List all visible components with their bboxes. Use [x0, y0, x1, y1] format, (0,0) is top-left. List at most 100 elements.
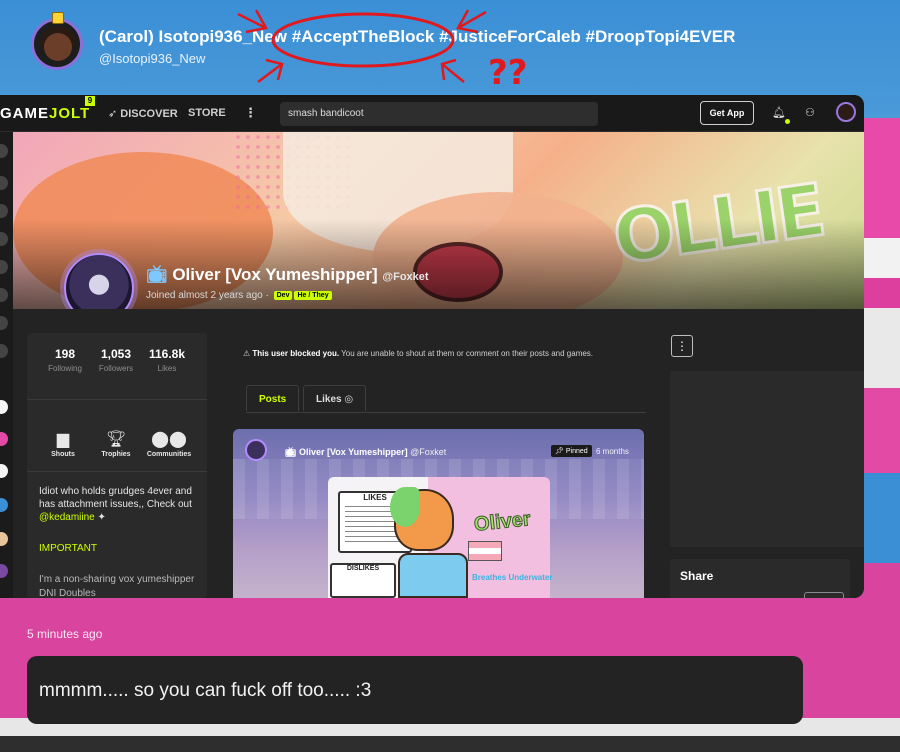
communities-button[interactable]: ⬤⬤ Communities [144, 429, 194, 458]
gamejolt-window: GAMEJOLT 9 ➶ DISCOVER STORE ⋮ smash band… [0, 95, 864, 598]
share-panel: Share [670, 559, 850, 598]
profile-main: 198 Following 1,053 Followers 116.8k Lik… [13, 309, 864, 598]
friends-icon[interactable]: ⚇ [805, 106, 815, 119]
profile-options-button[interactable]: ⋮ [671, 335, 693, 357]
top-navbar: GAMEJOLT 9 ➶ DISCOVER STORE ⋮ smash band… [0, 95, 864, 132]
blocked-rest: You are unable to shout at them or comme… [341, 349, 594, 358]
rail-item[interactable] [0, 532, 8, 546]
avatar-face [44, 33, 72, 61]
post-author[interactable]: 📺︎ Oliver [Vox Yumeshipper] @Foxket [285, 447, 446, 458]
tag-pronouns: He / They [294, 291, 332, 300]
trophy-icon: 🏆︎ [105, 431, 127, 448]
compass-icon: ➶ [108, 108, 121, 120]
nav-discover-label: DISCOVER [120, 108, 178, 120]
profile-name-text: Oliver [Vox Yumeshipper] [172, 265, 378, 284]
trophies-button[interactable]: 🏆︎ Trophies [91, 429, 141, 458]
profile-joined: Joined almost 2 years ago · Dev He / They [146, 290, 332, 301]
bio-more: I'm a non-sharing vox yumeshipper DNI Do… [39, 574, 195, 598]
rail-item[interactable] [0, 564, 8, 578]
message-text: mmmm..... so you can fuck off too..... :… [39, 680, 372, 701]
dislikes-title: DISLIKES [346, 565, 380, 572]
post-author-name: Oliver [Vox Yumeshipper] [298, 447, 408, 457]
banner-fade [13, 219, 864, 309]
user-handle[interactable]: @Isotopi936_New [99, 51, 205, 66]
shouts-button[interactable]: ▆ Shouts [38, 429, 88, 458]
post-author-avatar[interactable] [245, 439, 267, 461]
stat-value: 1,053 [100, 347, 132, 361]
joined-text: Joined almost 2 years ago [146, 290, 263, 301]
display-name[interactable]: (Carol) Isotopi936_New #AcceptTheBlock #… [99, 27, 735, 47]
more-menu-icon[interactable]: ⋮ [244, 105, 257, 121]
message-bubble: mmmm..... so you can fuck off too..... :… [27, 656, 803, 724]
message-timestamp: 5 minutes ago [27, 627, 103, 641]
stat-label: Followers [98, 364, 134, 373]
rail-item[interactable] [0, 464, 8, 478]
stat-following[interactable]: 198 Following [40, 347, 90, 373]
blocked-bold: This user blocked you. [252, 349, 340, 358]
left-rail [0, 132, 13, 598]
tag-dev: Dev [273, 291, 293, 300]
divider [27, 471, 207, 472]
background-stripe [0, 736, 900, 752]
post-author-handle: @Foxket [410, 447, 447, 457]
tab-likes-label: Likes [316, 394, 342, 405]
rail-item[interactable] [0, 344, 8, 358]
tab-posts[interactable]: Posts [246, 385, 300, 411]
stat-value: 198 [54, 347, 76, 361]
rail-item[interactable] [0, 144, 8, 158]
rail-item[interactable] [0, 260, 8, 274]
notification-dot [785, 119, 790, 124]
tv-icon: 📺︎ [146, 265, 173, 284]
art-title: Oliver [472, 508, 532, 537]
rail-item[interactable] [0, 432, 8, 446]
pinned-badge: 📌︎ Pinned [551, 445, 592, 457]
trophies-label: Trophies [101, 451, 131, 458]
profile-sidebar: 198 Following 1,053 Followers 116.8k Lik… [27, 333, 207, 598]
nav-discover[interactable]: ➶ DISCOVER [108, 107, 178, 120]
post-image[interactable]: LIKES DISLIKES Oliver Breathes Underwate… [328, 477, 553, 598]
rail-item[interactable] [0, 400, 8, 414]
stat-value: 116.8k [148, 347, 186, 361]
divider [27, 399, 207, 400]
crown-icon [52, 12, 64, 24]
bio-important: IMPORTANT [39, 543, 97, 554]
bio-text: Idiot who holds grudges 4ever and has at… [39, 486, 192, 510]
dislikes-list: DISLIKES [330, 563, 396, 598]
profile-handle[interactable]: @Foxket [382, 271, 428, 283]
speech-bubble-icon: ▆ [56, 431, 70, 448]
pride-flag [468, 541, 502, 561]
blocked-notice: ⚠ This user blocked you. You are unable … [235, 343, 647, 365]
stat-likes[interactable]: 116.8k Likes [142, 347, 192, 373]
hidden-eye-icon: ◎ [344, 394, 354, 405]
character-body [398, 553, 468, 598]
warning-icon: ⚠ [243, 349, 253, 358]
account-avatar[interactable] [836, 102, 856, 122]
logo-jolt: JOLT [49, 105, 91, 122]
gamejolt-logo[interactable]: GAMEJOLT [0, 105, 90, 122]
logo-badge: 9 [85, 96, 95, 106]
logo-game: GAME [0, 105, 49, 122]
pin-icon: 📌︎ [555, 448, 566, 455]
rail-item[interactable] [0, 316, 8, 330]
art-subtitle: Breathes Underwater [472, 573, 553, 582]
rail-item[interactable] [0, 288, 8, 302]
grid-icon: ⬤⬤ [151, 431, 187, 448]
rail-item[interactable] [0, 498, 8, 512]
profile-bio: Idiot who holds grudges 4ever and has at… [39, 485, 199, 524]
bio-mention-link[interactable]: @kedamiine [39, 512, 95, 523]
stat-label: Following [48, 364, 82, 373]
share-copy-button[interactable] [804, 592, 844, 598]
right-column-panel [670, 371, 864, 547]
user-avatar[interactable] [31, 18, 83, 70]
rail-item[interactable] [0, 204, 8, 218]
stat-followers[interactable]: 1,053 Followers [91, 347, 141, 373]
bell-icon[interactable]: 🔔︎ [772, 106, 786, 119]
rail-item[interactable] [0, 176, 8, 190]
get-app-button[interactable]: Get App [700, 101, 754, 125]
rail-item[interactable] [0, 232, 8, 246]
tabs-underline [246, 412, 646, 413]
nav-store[interactable]: STORE [188, 107, 226, 119]
search-input[interactable]: smash bandicoot [280, 102, 598, 126]
pinned-post[interactable]: 📺︎ Oliver [Vox Yumeshipper] @Foxket 📌︎ P… [233, 429, 644, 598]
tab-likes[interactable]: Likes ◎ [303, 385, 367, 411]
